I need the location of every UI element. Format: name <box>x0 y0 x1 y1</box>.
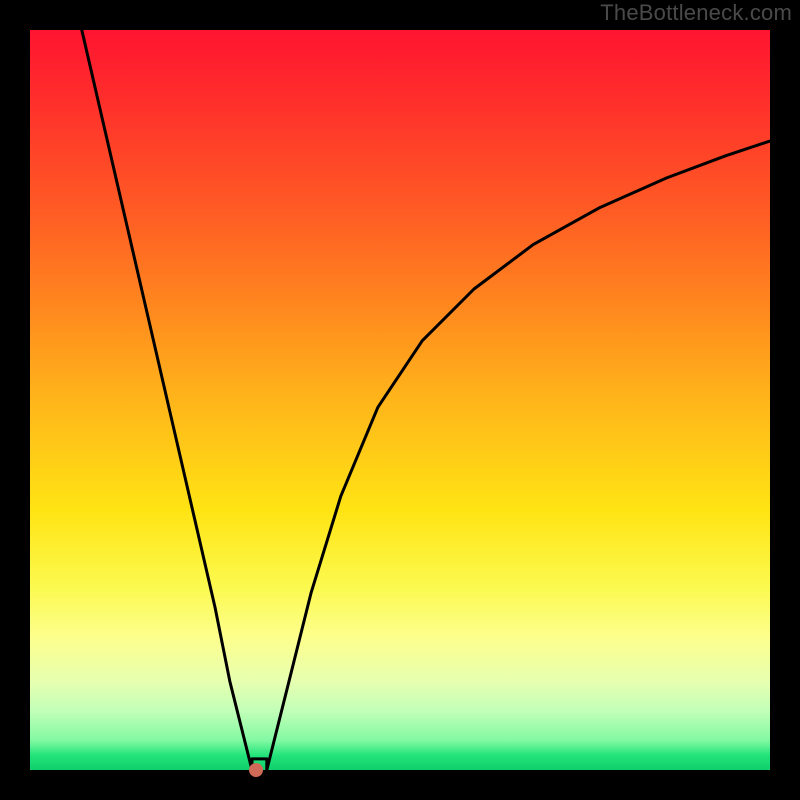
series-left-branch <box>82 30 252 770</box>
chart-frame: TheBottleneck.com <box>0 0 800 800</box>
bottleneck-marker <box>249 763 263 777</box>
curve-group <box>82 30 770 770</box>
watermark-text: TheBottleneck.com <box>600 0 792 26</box>
curve-svg <box>30 30 770 770</box>
series-right-branch <box>267 141 770 770</box>
plot-area <box>30 30 770 770</box>
